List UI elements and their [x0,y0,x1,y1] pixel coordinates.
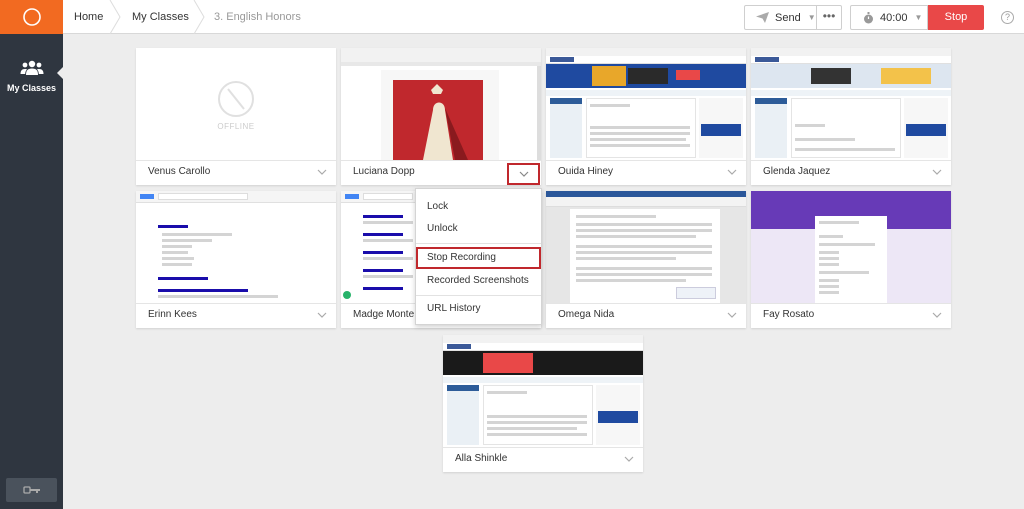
chevron-down-icon[interactable] [726,309,738,321]
menu-item-url-history[interactable]: URL History [416,298,541,320]
breadcrumb-home[interactable]: Home [74,0,103,34]
active-nav-caret [57,67,63,79]
offline-label: OFFLINE [217,121,255,131]
chevron-down-icon [519,171,529,177]
student-card-omega-nida[interactable]: Omega Nida [546,191,746,328]
send-label: Send [775,11,801,24]
student-card-erinn-kees[interactable]: Erinn Kees [136,191,336,328]
student-name: Ouida Hiney [558,166,614,177]
chevron-down-icon: ▼ [914,13,923,22]
site-logo [550,57,574,62]
doc-toolbar-strip [341,62,541,66]
site-sidebar [550,98,582,158]
chevron-down-icon[interactable] [931,309,943,321]
breadcrumb-separator-icon [193,0,205,34]
student-screen-thumbnail[interactable] [546,191,746,304]
breadcrumb-separator-icon [109,0,121,34]
stopwatch-icon [864,11,873,23]
student-screen-thumbnail[interactable] [443,335,643,448]
student-card-venus-carollo[interactable]: OFFLINE Venus Carollo [136,48,336,185]
student-name: Glenda Jaquez [763,166,831,177]
student-screen-thumbnail[interactable] [546,48,746,161]
site-header [546,56,746,64]
nav-my-classes[interactable]: My Classes [0,52,63,102]
search-logo [140,194,154,199]
sidebar-toggle-button[interactable] [6,478,57,502]
paper-plane-icon [756,12,769,23]
student-name: Venus Carollo [148,166,211,177]
student-card-alla-shinkle[interactable]: Alla Shinkle [443,335,643,472]
scrollbar[interactable] [537,66,541,160]
stop-button[interactable]: Stop [928,5,984,30]
breadcrumb-my-classes[interactable]: My Classes [132,0,189,34]
help-icon[interactable]: ? [1001,11,1014,24]
chevron-down-icon[interactable] [931,166,943,178]
menu-item-unlock[interactable]: Unlock [416,218,541,240]
offline-icon [218,80,254,117]
timer-value: 40:00 [880,11,908,24]
student-name: Alla Shinkle [455,453,508,464]
student-name: Madge Monte [353,309,415,320]
student-screen-thumbnail[interactable]: OFFLINE [136,48,336,161]
nav-my-classes-label: My Classes [6,83,57,93]
send-button[interactable]: Send ▼ [744,5,817,30]
chevron-down-icon[interactable] [623,453,635,465]
top-bar: Home My Classes 3. English Honors Send ▼… [63,0,1024,34]
student-screen-thumbnail[interactable] [751,48,951,161]
student-name: Luciana Dopp [353,166,415,177]
site-banner [443,351,643,375]
chevron-down-icon[interactable] [316,166,328,178]
key-icon [22,486,40,494]
student-screen-thumbnail[interactable] [136,191,336,304]
student-card-glenda-jaquez[interactable]: Glenda Jaquez [751,48,951,185]
student-name: Omega Nida [558,309,615,320]
chevron-down-icon: ▼ [807,13,816,22]
menu-item-lock[interactable]: Lock [416,196,541,218]
student-name: Erinn Kees [148,309,197,320]
menu-divider [416,295,541,296]
doc-illustration-icon [393,80,483,160]
student-screen-thumbnail[interactable] [341,48,541,161]
compass-logo-icon [22,8,41,26]
sidebar: My Classes [0,0,63,509]
student-actions-menu: Lock Unlock Stop Recording Recorded Scre… [415,188,542,325]
chevron-down-icon[interactable] [316,309,328,321]
more-options-button[interactable]: ••• [817,5,842,30]
menu-item-recorded-screenshots[interactable]: Recorded Screenshots [416,270,541,292]
student-name: Fay Rosato [763,309,815,320]
breadcrumb-current-class: 3. English Honors [214,11,301,23]
student-screen-thumbnail[interactable] [751,191,951,304]
users-icon [20,60,43,75]
menu-item-stop-recording[interactable]: Stop Recording [416,247,541,269]
word-ribbon [546,197,746,207]
menu-divider [416,243,541,244]
student-card-fay-rosato[interactable]: Fay Rosato [751,191,951,328]
timer-button[interactable]: 40:00 ▼ [850,5,928,30]
student-menu-toggle[interactable] [507,163,540,185]
student-card-ouida-hiney[interactable]: Ouida Hiney [546,48,746,185]
app-logo[interactable] [0,0,63,34]
doc-toolbar [341,48,541,62]
chat-bubble-icon [343,291,351,299]
chevron-down-icon[interactable] [726,166,738,178]
